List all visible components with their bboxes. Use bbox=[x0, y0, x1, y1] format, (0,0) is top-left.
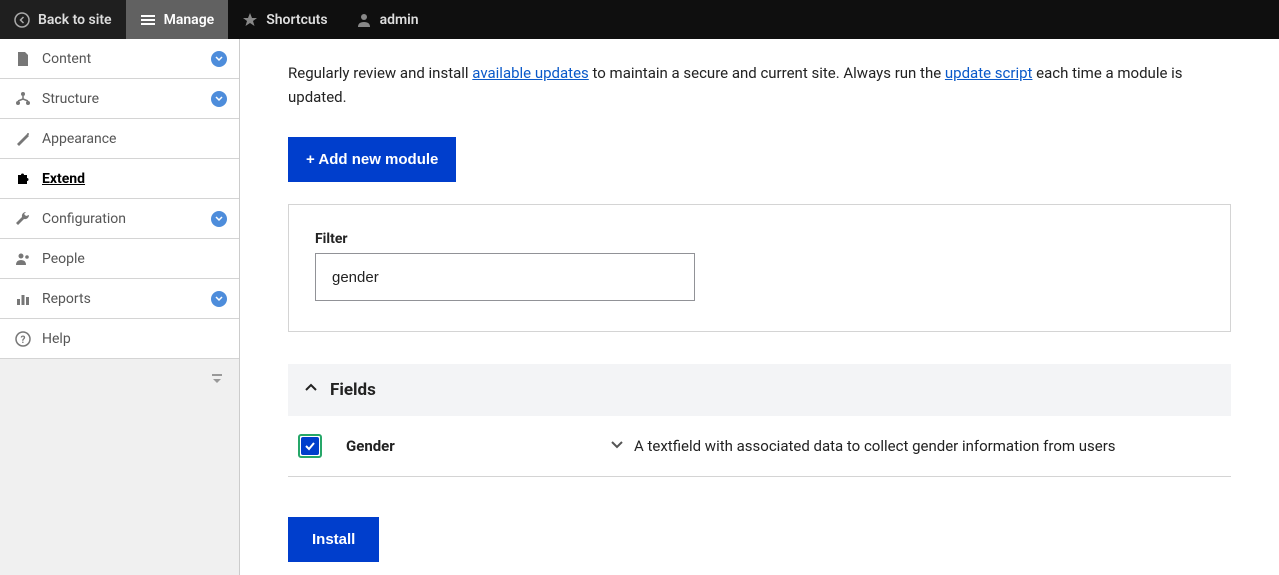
update-script-link[interactable]: update script bbox=[945, 64, 1033, 82]
filter-label: Filter bbox=[315, 231, 1204, 247]
sidebar-item-help[interactable]: ? Help bbox=[0, 319, 239, 359]
star-icon bbox=[242, 12, 258, 28]
sidebar-item-reports[interactable]: Reports bbox=[0, 279, 239, 319]
document-icon bbox=[14, 50, 32, 68]
section-title: Fields bbox=[330, 380, 376, 400]
checkmark-icon bbox=[301, 437, 319, 455]
manage-label: Manage bbox=[164, 12, 215, 28]
intro-prefix: Regularly review and install bbox=[288, 64, 472, 82]
hamburger-icon bbox=[140, 12, 156, 28]
svg-text:?: ? bbox=[21, 335, 26, 346]
chevron-down-icon[interactable] bbox=[211, 291, 227, 307]
wrench-icon bbox=[14, 210, 32, 228]
people-icon bbox=[14, 250, 32, 268]
sidebar-label-help: Help bbox=[42, 331, 71, 347]
puzzle-icon bbox=[14, 170, 32, 188]
bar-chart-icon bbox=[14, 290, 32, 308]
filter-panel: Filter bbox=[288, 204, 1231, 332]
section-header-fields[interactable]: Fields bbox=[288, 364, 1231, 416]
sidebar-label-people: People bbox=[42, 251, 85, 267]
chevron-down-icon[interactable] bbox=[211, 211, 227, 227]
admin-toolbar: Back to site Manage Shortcuts admin bbox=[0, 0, 1279, 39]
user-menu-button[interactable]: admin bbox=[342, 0, 433, 39]
sidebar-item-extend[interactable]: Extend bbox=[0, 159, 239, 199]
intro-text: Regularly review and install available u… bbox=[288, 61, 1231, 109]
sidebar-item-structure[interactable]: Structure bbox=[0, 79, 239, 119]
help-icon: ? bbox=[14, 330, 32, 348]
user-label: admin bbox=[380, 12, 419, 28]
install-button[interactable]: Install bbox=[288, 517, 379, 562]
sidebar-item-configuration[interactable]: Configuration bbox=[0, 199, 239, 239]
collapse-sidebar-button[interactable] bbox=[0, 359, 239, 399]
sidebar-label-extend: Extend bbox=[42, 171, 85, 187]
back-arrow-icon bbox=[14, 12, 30, 28]
sidebar-label-appearance: Appearance bbox=[42, 131, 116, 147]
chevron-up-icon bbox=[304, 381, 318, 399]
sidebar-item-people[interactable]: People bbox=[0, 239, 239, 279]
chevron-down-icon[interactable] bbox=[211, 51, 227, 67]
wand-icon bbox=[14, 130, 32, 148]
chevron-down-icon[interactable] bbox=[211, 91, 227, 107]
chevron-down-icon bbox=[610, 437, 624, 451]
shortcuts-label: Shortcuts bbox=[266, 12, 327, 28]
expand-description-button[interactable] bbox=[610, 437, 624, 455]
module-row: Gender A textfield with associated data … bbox=[288, 416, 1231, 477]
user-icon bbox=[356, 12, 372, 28]
back-to-site-label: Back to site bbox=[38, 12, 112, 28]
add-new-module-button[interactable]: + Add new module bbox=[288, 137, 456, 182]
admin-sidebar: Content Structure Appearance Extend Conf… bbox=[0, 39, 240, 575]
sidebar-item-appearance[interactable]: Appearance bbox=[0, 119, 239, 159]
sidebar-item-content[interactable]: Content bbox=[0, 39, 239, 79]
manage-button[interactable]: Manage bbox=[126, 0, 229, 39]
sidebar-label-reports: Reports bbox=[42, 291, 91, 307]
hierarchy-icon bbox=[14, 90, 32, 108]
sidebar-label-configuration: Configuration bbox=[42, 211, 126, 227]
intro-mid: to maintain a secure and current site. A… bbox=[589, 64, 945, 82]
filter-input[interactable] bbox=[315, 253, 695, 301]
module-description: A textfield with associated data to coll… bbox=[634, 437, 1116, 455]
available-updates-link[interactable]: available updates bbox=[472, 64, 588, 82]
collapse-up-icon bbox=[209, 371, 225, 387]
sidebar-label-structure: Structure bbox=[42, 91, 99, 107]
module-checkbox[interactable] bbox=[298, 434, 322, 458]
module-name: Gender bbox=[346, 437, 566, 455]
shortcuts-button[interactable]: Shortcuts bbox=[228, 0, 341, 39]
sidebar-label-content: Content bbox=[42, 51, 91, 67]
back-to-site-button[interactable]: Back to site bbox=[0, 0, 126, 39]
main-content: Regularly review and install available u… bbox=[240, 39, 1279, 575]
